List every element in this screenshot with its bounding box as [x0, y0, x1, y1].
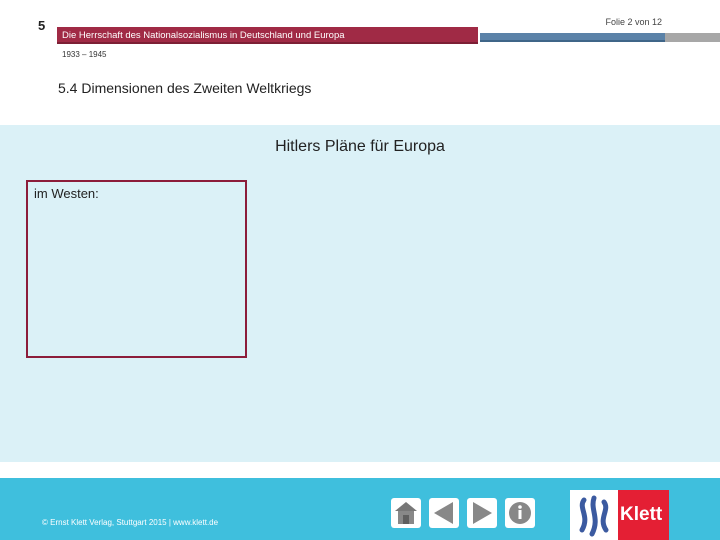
info-button[interactable]	[505, 498, 535, 528]
previous-slide-button[interactable]	[429, 498, 459, 528]
header-rule-grey	[665, 33, 720, 42]
home-icon	[395, 502, 417, 524]
period-label: 1933 – 1945	[62, 50, 107, 59]
header-rule-blue	[480, 33, 665, 42]
copyright-text: © Ernst Klett Verlag, Stuttgart 2015 | w…	[42, 518, 219, 527]
chapter-number: 5	[38, 18, 46, 33]
chapter-title-bar: Die Herrschaft des Nationalsozialismus i…	[57, 27, 478, 44]
klett-logo: Klett	[570, 490, 669, 540]
back-arrow-icon	[434, 502, 453, 524]
next-slide-button[interactable]	[467, 498, 497, 528]
info-icon	[509, 502, 531, 524]
west-box: im Westen:	[26, 180, 247, 358]
slide-heading: Hitlers Pläne für Europa	[275, 138, 445, 155]
klett-logo-text: Klett	[618, 490, 669, 540]
slide-content: Hitlers Pläne für Europa im Westen:	[0, 125, 720, 462]
klett-emblem-icon	[579, 495, 609, 537]
footer: © Ernst Klett Verlag, Stuttgart 2015 | w…	[0, 478, 720, 540]
slide-counter: Folie 2 von 12	[605, 17, 662, 27]
section-heading: 5.4 Dimensionen des Zweiten Weltkriegs	[58, 80, 312, 96]
west-box-label: im Westen:	[34, 186, 99, 201]
home-button[interactable]	[391, 498, 421, 528]
forward-arrow-icon	[473, 502, 492, 524]
